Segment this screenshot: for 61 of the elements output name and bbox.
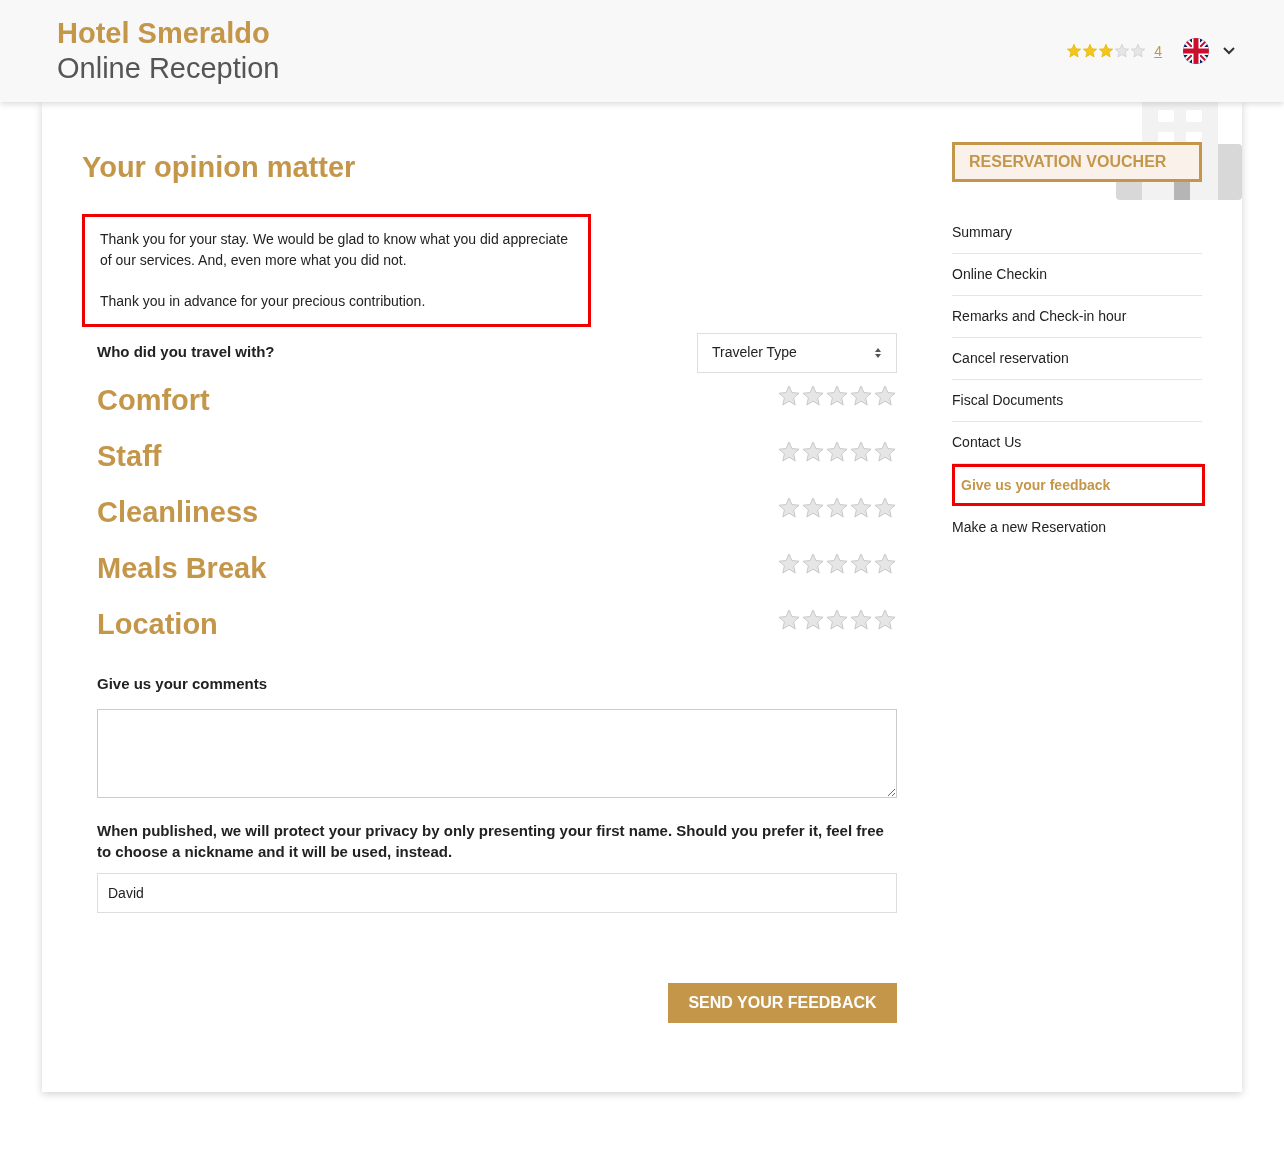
- star-icon: [801, 551, 825, 576]
- chevron-down-icon[interactable]: [1222, 46, 1236, 56]
- star-icon: [1082, 43, 1099, 59]
- comments-label: Give us your comments: [97, 673, 269, 694]
- star-icon: [1098, 43, 1115, 59]
- intro-text: Thank you in advance for your precious contribution.: [100, 291, 427, 311]
- star-icon: [777, 551, 801, 576]
- nickname-field[interactable]: David: [97, 873, 897, 913]
- sidebar-item[interactable]: Make a new Reservation: [952, 506, 1202, 548]
- star-icon: [801, 495, 825, 520]
- star-icon: [849, 551, 873, 576]
- star-icon: [801, 607, 825, 632]
- star-icon: [777, 607, 801, 632]
- star-icon: [873, 495, 897, 520]
- star-icon: [825, 607, 849, 632]
- rating-label: Location: [97, 606, 218, 642]
- rating-label: Meals Break: [97, 550, 267, 586]
- star-icon: [873, 383, 897, 408]
- intro-text: Thank you for your stay. We would be glad to know what you did appreciate of our services. And, even more what you did not.: [100, 229, 569, 270]
- star-icon: [1066, 43, 1083, 59]
- sidebar-item[interactable]: Fiscal Documents: [952, 380, 1202, 422]
- page-title: Your opinion matter: [82, 150, 357, 185]
- rating-label: Cleanliness: [97, 494, 259, 530]
- star-rating[interactable]: [777, 439, 897, 464]
- hotel-name: Hotel Smeraldo: [57, 16, 271, 50]
- star-rating[interactable]: [777, 551, 897, 576]
- rating-label: Comfort: [97, 382, 210, 418]
- sidebar-item[interactable]: Online Checkin: [952, 254, 1202, 296]
- travel-with-label: Who did you travel with?: [97, 342, 275, 363]
- site-subtitle: Online Reception: [57, 51, 280, 86]
- star-icon: [873, 607, 897, 632]
- sidebar-item[interactable]: Contact Us: [952, 422, 1202, 464]
- comments-field[interactable]: [97, 709, 897, 798]
- nickname-label: When published, we will protect your privacy by only presenting your first name. Should you prefer it, feel free to choose a nickname and it will be used, instead.: [97, 821, 885, 862]
- star-rating[interactable]: [777, 495, 897, 520]
- star-icon: [801, 439, 825, 464]
- star-icon: [825, 551, 849, 576]
- star-icon: [1114, 43, 1131, 59]
- star-icon: [849, 383, 873, 408]
- star-icon: [873, 439, 897, 464]
- star-icon: [849, 495, 873, 520]
- star-icon: [777, 439, 801, 464]
- star-icon: [777, 383, 801, 408]
- star-icon: [801, 383, 825, 408]
- star-icon: [873, 551, 897, 576]
- star-icon: [825, 495, 849, 520]
- sidebar-item[interactable]: Remarks and Check-in hour: [952, 296, 1202, 338]
- sidebar-item[interactable]: Summary: [952, 212, 1202, 254]
- sidebar-item[interactable]: Cancel reservation: [952, 338, 1202, 380]
- sort-arrows-icon: [874, 346, 882, 359]
- traveler-type-select[interactable]: Traveler Type: [697, 332, 897, 373]
- star-icon: [777, 495, 801, 520]
- star-icon: [825, 383, 849, 408]
- star-icon: [825, 439, 849, 464]
- star-rating[interactable]: [777, 383, 897, 408]
- uk-flag-icon[interactable]: [1182, 37, 1210, 65]
- star-icon: [849, 607, 873, 632]
- star-icon: [849, 439, 873, 464]
- star-rating[interactable]: [777, 607, 897, 632]
- rating-label: Staff: [97, 438, 162, 474]
- star-icon: [1130, 43, 1147, 59]
